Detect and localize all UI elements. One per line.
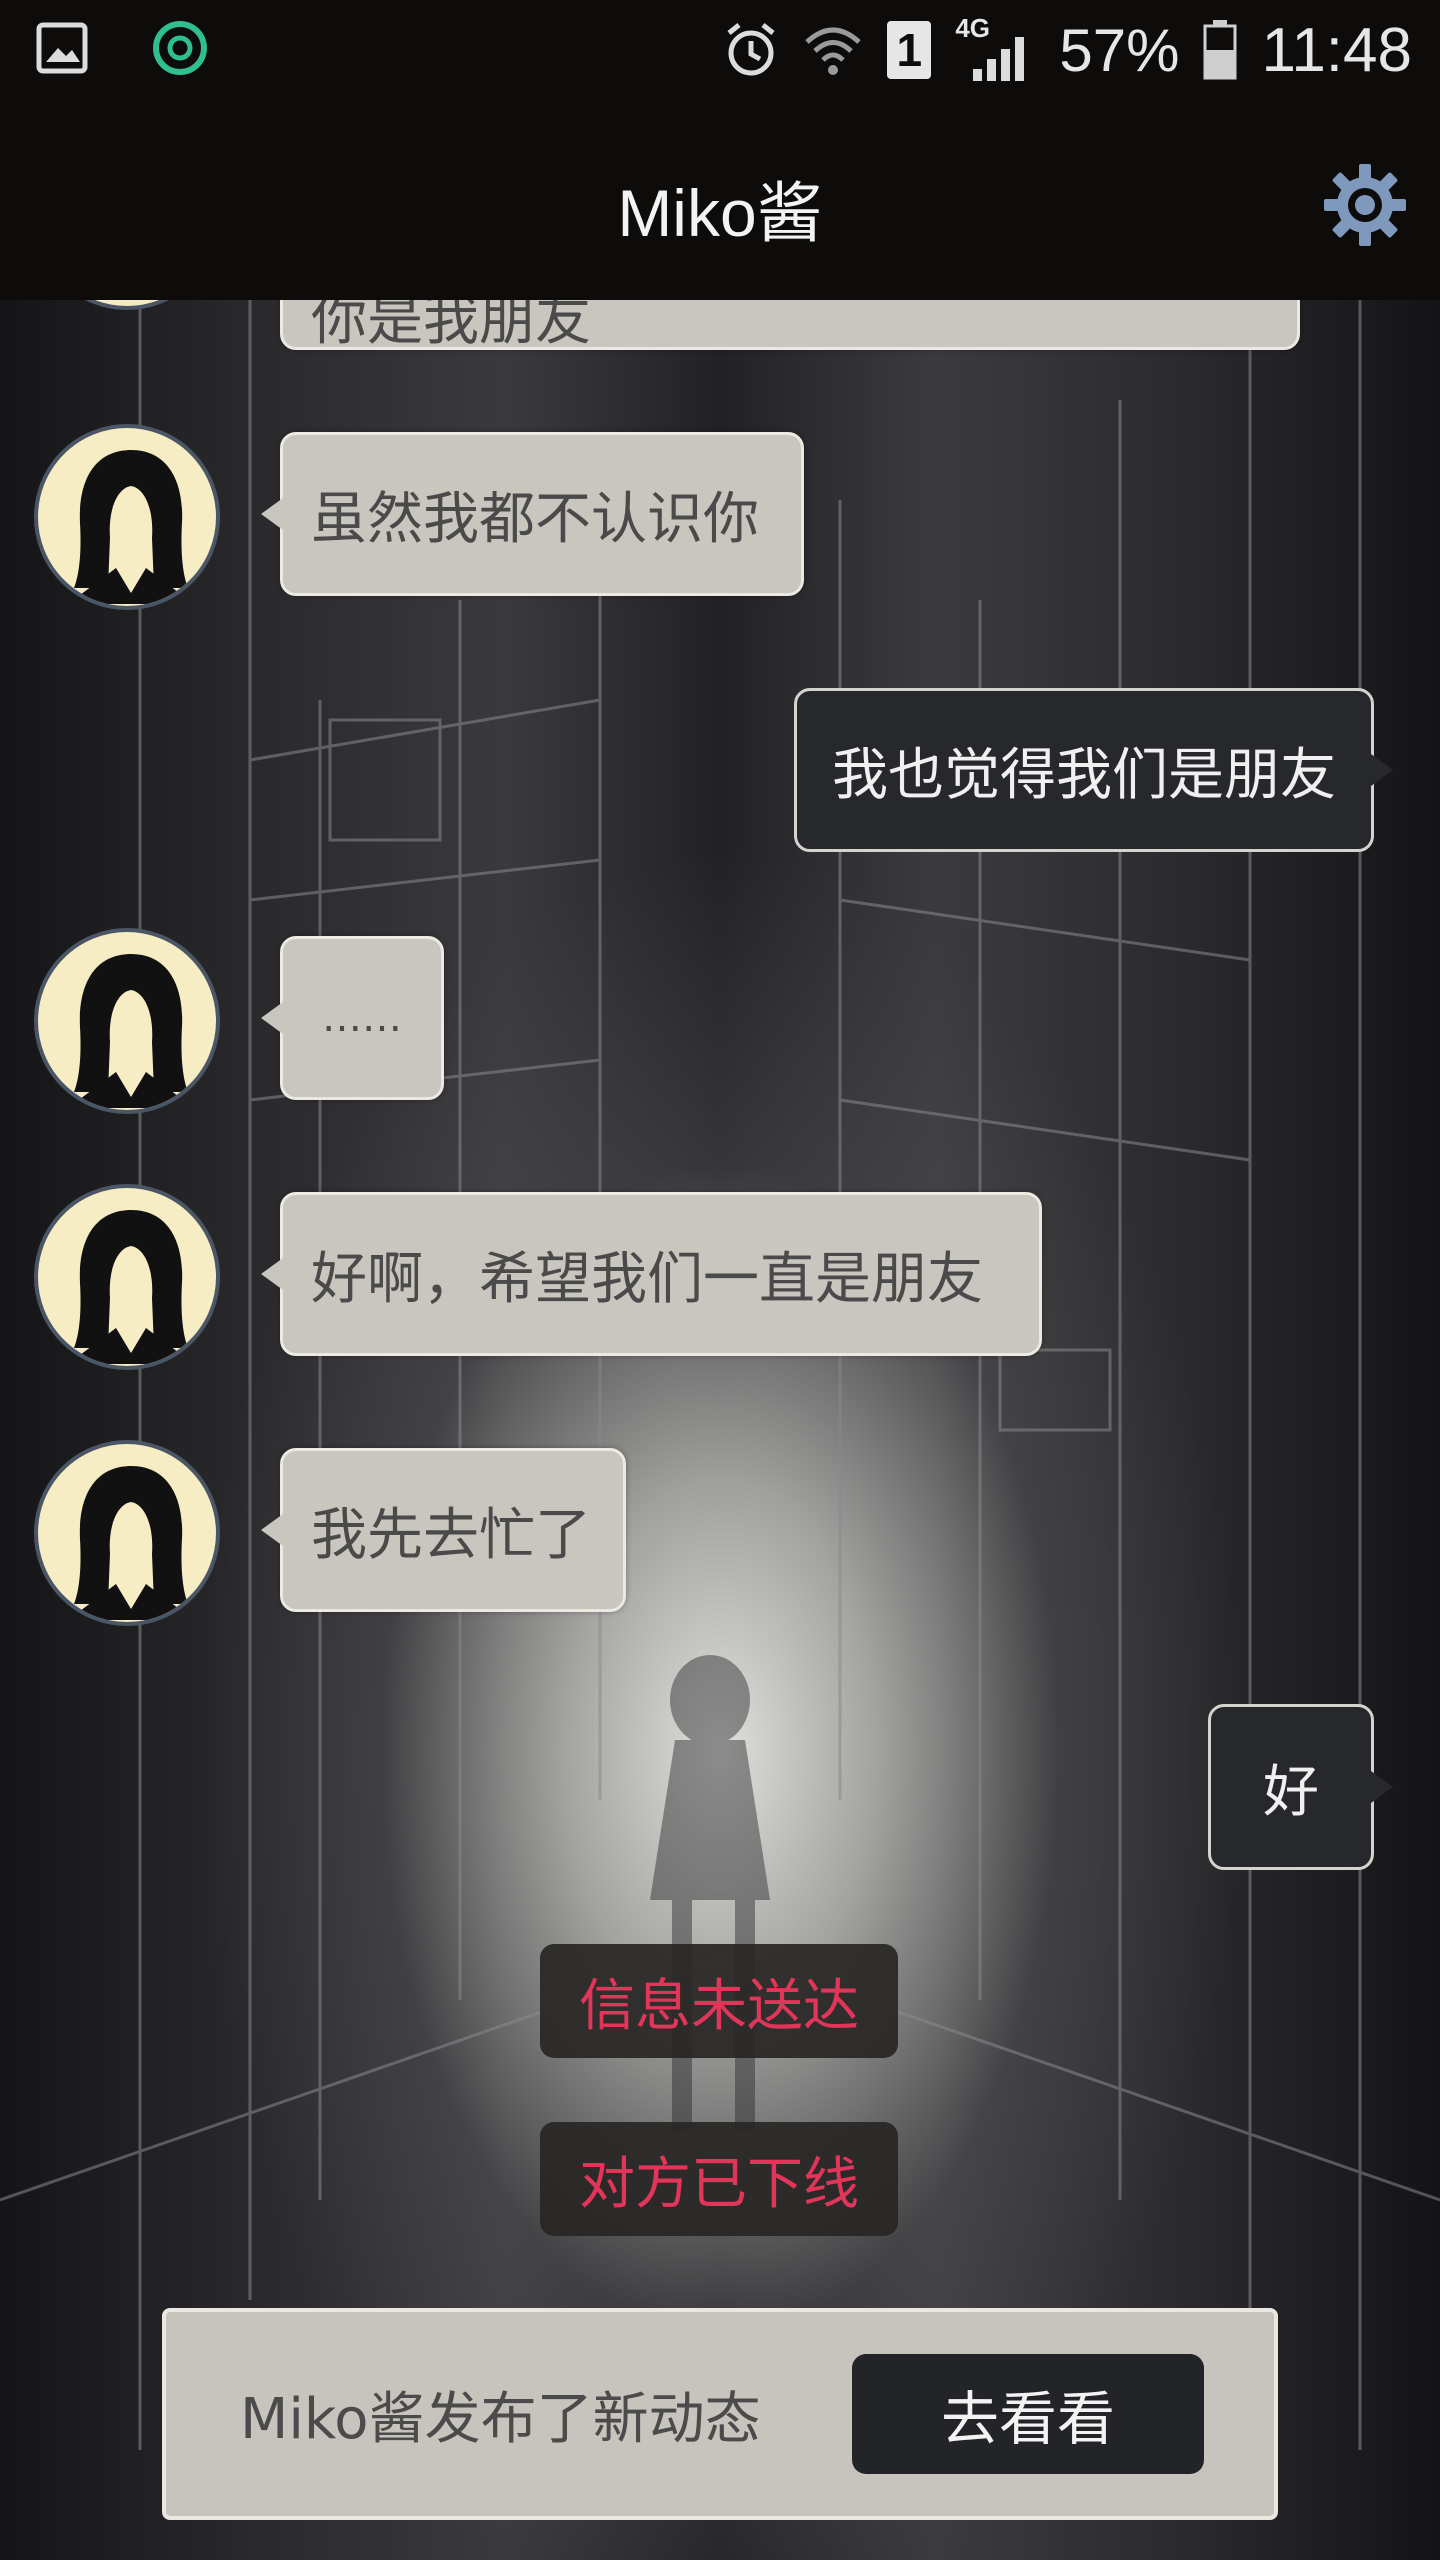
girl-silhouette-icon (68, 954, 194, 1108)
message-bubble-outgoing[interactable]: 好 (1208, 1704, 1393, 1870)
avatar[interactable] (34, 1184, 220, 1370)
message-bubble-incoming[interactable]: 虽然我都不认识你 (261, 432, 804, 596)
message-text: 你是我朋友 (311, 300, 591, 353)
app-header: Miko酱 (0, 100, 1440, 300)
cell-signal: 4G (955, 13, 1035, 81)
view-post-button[interactable]: 去看看 (852, 2354, 1204, 2474)
message-bubble-incoming[interactable]: …… (261, 936, 444, 1100)
message-bubble-incoming[interactable]: 好啊，希望我们一直是朋友 (261, 1192, 1042, 1356)
message-text: 我也觉得我们是朋友 (832, 742, 1336, 808)
delivery-failed-notice: 信息未送达 (540, 1944, 898, 2058)
signal-icon (973, 37, 1025, 81)
system-note-text: 对方已下线 (579, 2151, 859, 2217)
girl-silhouette-icon (38, 300, 220, 310)
wifi-icon (805, 27, 862, 75)
message-text: 好 (1263, 1759, 1319, 1825)
message-bubble-incoming[interactable]: 我先去忙了 (261, 1448, 626, 1612)
clock: 11:48 (1261, 15, 1412, 85)
sim-indicator: 1 (887, 21, 932, 79)
girl-silhouette-icon (68, 1210, 194, 1364)
message-text: 我先去忙了 (311, 1502, 591, 1568)
gallery-icon (36, 22, 88, 74)
alarm-icon (727, 23, 775, 76)
message-text: 虽然我都不认识你 (311, 486, 759, 552)
avatar[interactable] (34, 300, 220, 310)
girl-silhouette-icon (68, 450, 194, 604)
page-title: Miko酱 (617, 176, 823, 250)
status-bar: 1 4G 57% 11:48 (0, 0, 1440, 100)
girl-silhouette-icon (68, 1466, 194, 1620)
avatar[interactable] (34, 1440, 220, 1626)
chat-area[interactable]: 你是我朋友 虽然我都不认识你 我也觉得我们是朋友 …… 好啊，希望我们一直是朋友 (0, 300, 1440, 2560)
battery-percent: 57% (1059, 16, 1180, 84)
message-bubble-incoming[interactable]: 你是我朋友 (280, 300, 1300, 353)
avatar[interactable] (34, 424, 220, 610)
message-text: 好啊，希望我们一直是朋友 (311, 1246, 983, 1312)
new-post-notification: Miko酱发布了新动态 去看看 (162, 2308, 1278, 2520)
avatar[interactable] (34, 928, 220, 1114)
battery-icon (1203, 20, 1237, 80)
gear-icon[interactable] (1320, 160, 1410, 250)
message-bubble-outgoing[interactable]: 我也觉得我们是朋友 (794, 688, 1393, 852)
notification-text: Miko酱发布了新动态 (240, 2386, 761, 2452)
system-note-text: 信息未送达 (579, 1973, 859, 2039)
message-text: …… (322, 995, 402, 1041)
user-offline-notice: 对方已下线 (540, 2122, 898, 2236)
app-notification-icon (153, 21, 207, 75)
